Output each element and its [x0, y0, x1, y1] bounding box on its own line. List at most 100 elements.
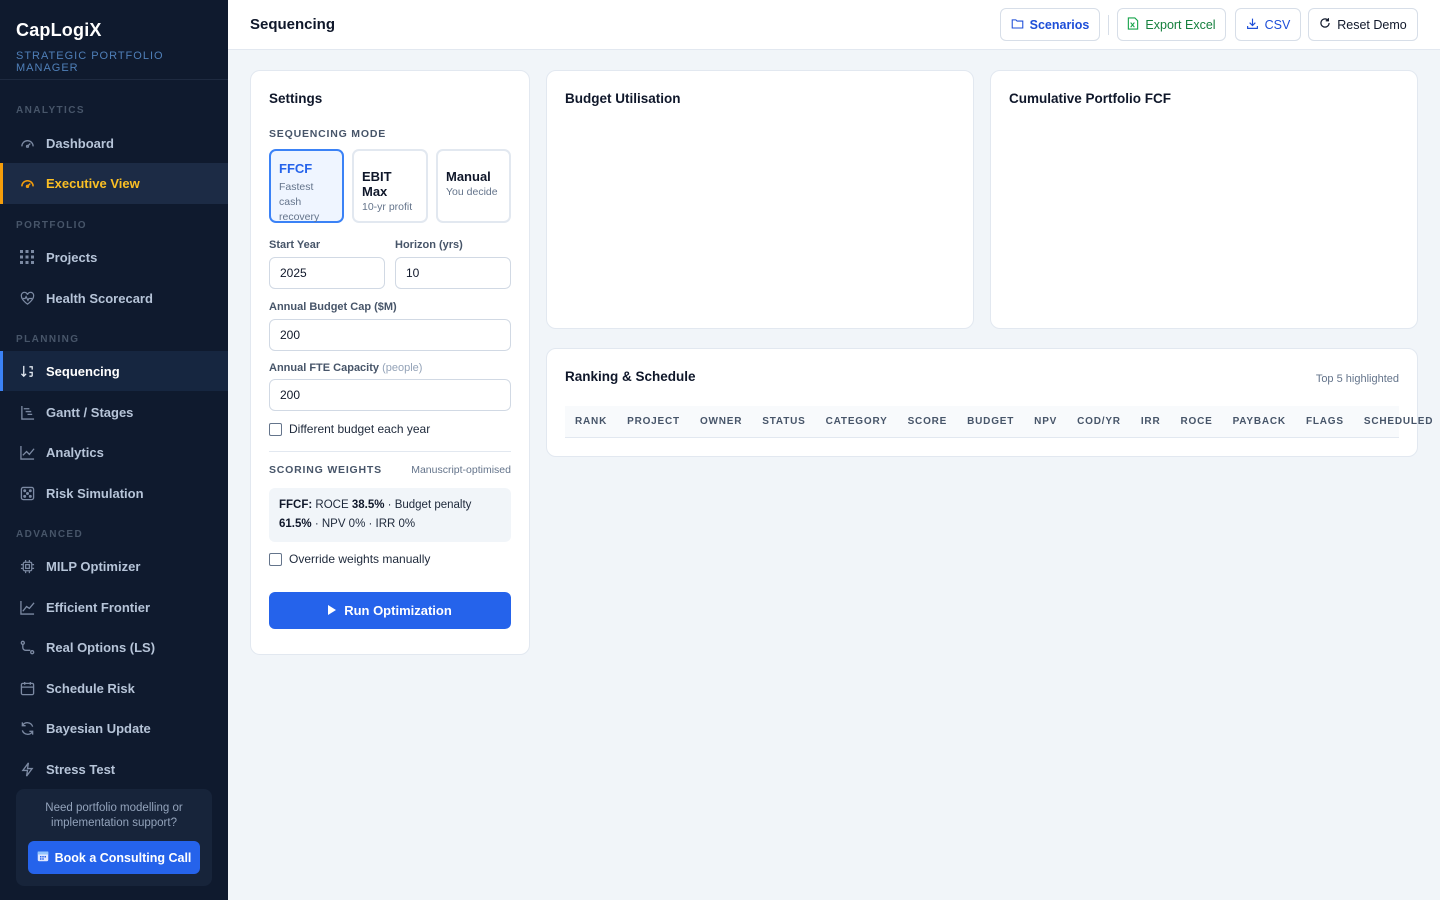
sidebar-item-label: Bayesian Update	[46, 720, 151, 736]
sidebar-item-label: Stress Test	[46, 761, 116, 777]
column-header-npv[interactable]: NPV	[1024, 416, 1067, 427]
mode-desc: You decide	[446, 186, 498, 198]
mode-ffcf[interactable]: FFCF Fastest cash recovery	[269, 149, 344, 223]
sidebar-item-efficient-frontier[interactable]: Efficient Frontier	[0, 587, 228, 627]
column-header-flags[interactable]: FLAGS	[1296, 416, 1354, 427]
weights-summary: FFCF: ROCE 38.5% · Budget penalty 61.5% …	[269, 488, 511, 542]
reset-icon	[1319, 17, 1331, 32]
export-excel-label: Export Excel	[1145, 17, 1216, 32]
weights-tag: Manuscript-optimised	[411, 464, 511, 476]
folder-icon	[1011, 17, 1024, 33]
override-weights-checkbox[interactable]	[269, 552, 282, 566]
scoring-weights-label: SCORING WEIGHTS	[269, 464, 382, 476]
sidebar-item-bayesian-update[interactable]: Bayesian Update	[0, 708, 228, 748]
column-header-roce[interactable]: ROCE	[1170, 416, 1222, 427]
book-consulting-call-button[interactable]: Book a Consulting Call	[28, 841, 200, 874]
sidebar-item-label: Gantt / Stages	[46, 404, 134, 420]
sidebar-item-real-options[interactable]: Real Options (LS)	[0, 627, 228, 667]
column-header-budget[interactable]: BUDGET	[957, 416, 1024, 427]
csv-label: CSV	[1264, 17, 1291, 32]
dice-icon	[18, 484, 36, 502]
roce-weight: 38.5%	[351, 499, 385, 511]
budget-utilisation-card: Budget Utilisation	[546, 70, 974, 329]
calendar-icon	[37, 850, 49, 865]
reset-demo-label: Reset Demo	[1337, 17, 1407, 32]
sidebar-item-health-scorecard[interactable]: Health Scorecard	[0, 278, 228, 318]
scenarios-button[interactable]: Scenarios	[1000, 8, 1100, 41]
budget-utilisation-title: Budget Utilisation	[565, 91, 681, 106]
calendar-icon	[18, 679, 36, 697]
fte-capacity-label-text: Annual FTE Capacity	[269, 362, 380, 374]
page-title: Sequencing	[250, 16, 336, 33]
mode-name: EBIT Max	[362, 169, 392, 199]
mode-desc: 10-yr profit	[362, 201, 413, 213]
toolbar-divider	[1108, 15, 1109, 35]
fte-capacity-unit: (people)	[382, 362, 423, 374]
column-header-status[interactable]: STATUS	[752, 416, 815, 427]
column-header-project[interactable]: PROJECT	[617, 416, 690, 427]
column-header-scheduled[interactable]: SCHEDULED	[1354, 416, 1440, 427]
sidebar-item-sequencing[interactable]: Sequencing	[0, 351, 228, 391]
different-budget-checkbox-row[interactable]: Different budget each year	[269, 422, 430, 436]
cumulative-fcf-card: Cumulative Portfolio FCF	[990, 70, 1418, 329]
different-budget-checkbox[interactable]	[269, 422, 282, 436]
gantt-icon	[18, 403, 36, 421]
override-weights-label: Override weights manually	[289, 552, 431, 566]
scenarios-label: Scenarios	[1029, 17, 1090, 32]
column-header-irr[interactable]: IRR	[1131, 416, 1171, 427]
sidebar-item-dashboard[interactable]: Dashboard	[0, 123, 228, 163]
mode-ebit-max[interactable]: EBIT Max 10-yr profit	[352, 149, 428, 223]
book-consulting-call-label: Book a Consulting Call	[54, 850, 192, 865]
download-icon	[1246, 17, 1259, 33]
column-header-category[interactable]: CATEGORY	[816, 416, 898, 427]
divider	[269, 451, 511, 452]
sidebar-item-label: Efficient Frontier	[46, 599, 151, 615]
override-weights-checkbox-row[interactable]: Override weights manually	[269, 552, 430, 566]
route-icon	[18, 638, 36, 656]
topbar: Sequencing Scenarios Export Excel CSV Re…	[228, 0, 1440, 50]
fte-capacity-input[interactable]: 200	[269, 379, 511, 411]
run-optimization-button[interactable]: Run Optimization	[269, 592, 511, 629]
heart-pulse-icon	[18, 289, 36, 307]
sidebar-item-label: Real Options (LS)	[46, 639, 156, 655]
sidebar-item-analytics[interactable]: Analytics	[0, 432, 228, 472]
sidebar-item-executive-view[interactable]: Executive View	[0, 163, 228, 204]
gauge-icon	[18, 134, 36, 152]
sidebar-item-risk-simulation[interactable]: Risk Simulation	[0, 473, 228, 513]
brand-subtitle: STRATEGIC PORTFOLIO MANAGER	[16, 50, 164, 74]
mode-name: Manual	[446, 169, 491, 184]
ranking-schedule-card: Ranking & Schedule Top 5 highlighted RAN…	[546, 348, 1432, 457]
sidebar-item-label: Projects	[46, 249, 98, 265]
sidebar-item-schedule-risk[interactable]: Schedule Risk	[0, 668, 228, 708]
horizon-input[interactable]: 10	[395, 257, 511, 289]
budget-penalty-label: · Budget penalty	[387, 499, 472, 511]
column-header-cod-yr[interactable]: COD/YR	[1067, 416, 1131, 427]
csv-button[interactable]: CSV	[1235, 8, 1301, 41]
sequencing-mode-label: SEQUENCING MODE	[269, 128, 387, 140]
roce-label: ROCE	[315, 499, 349, 511]
bolt-icon	[18, 760, 36, 778]
mode-manual[interactable]: Manual You decide	[436, 149, 511, 223]
section-analytics: ANALYTICS	[16, 105, 85, 116]
sidebar-item-label: Schedule Risk	[46, 680, 135, 696]
column-header-payback[interactable]: PAYBACK	[1223, 416, 1296, 427]
column-header-owner[interactable]: OWNER	[690, 416, 752, 427]
sidebar-item-stress-test[interactable]: Stress Test	[0, 749, 228, 789]
sidebar-item-label: Executive View	[46, 176, 140, 191]
section-planning: PLANNING	[16, 334, 80, 345]
column-header-rank[interactable]: RANK	[565, 416, 617, 427]
section-advanced: ADVANCED	[16, 529, 84, 540]
sidebar-item-projects[interactable]: Projects	[0, 237, 228, 277]
sidebar-item-milp-optimizer[interactable]: MILP Optimizer	[0, 546, 228, 586]
sidebar-item-label: Sequencing	[46, 363, 120, 379]
trend-icon	[18, 598, 36, 616]
line-chart-icon	[18, 443, 36, 461]
column-header-score[interactable]: SCORE	[898, 416, 958, 427]
horizon-label: Horizon (yrs)	[395, 239, 463, 251]
reset-demo-button[interactable]: Reset Demo	[1308, 8, 1418, 41]
sidebar-item-gantt-stages[interactable]: Gantt / Stages	[0, 392, 228, 432]
sidebar-item-label: Dashboard	[46, 135, 114, 151]
budget-cap-input[interactable]: 200	[269, 319, 511, 351]
export-excel-button[interactable]: Export Excel	[1117, 8, 1226, 41]
start-year-input[interactable]: 2025	[269, 257, 385, 289]
